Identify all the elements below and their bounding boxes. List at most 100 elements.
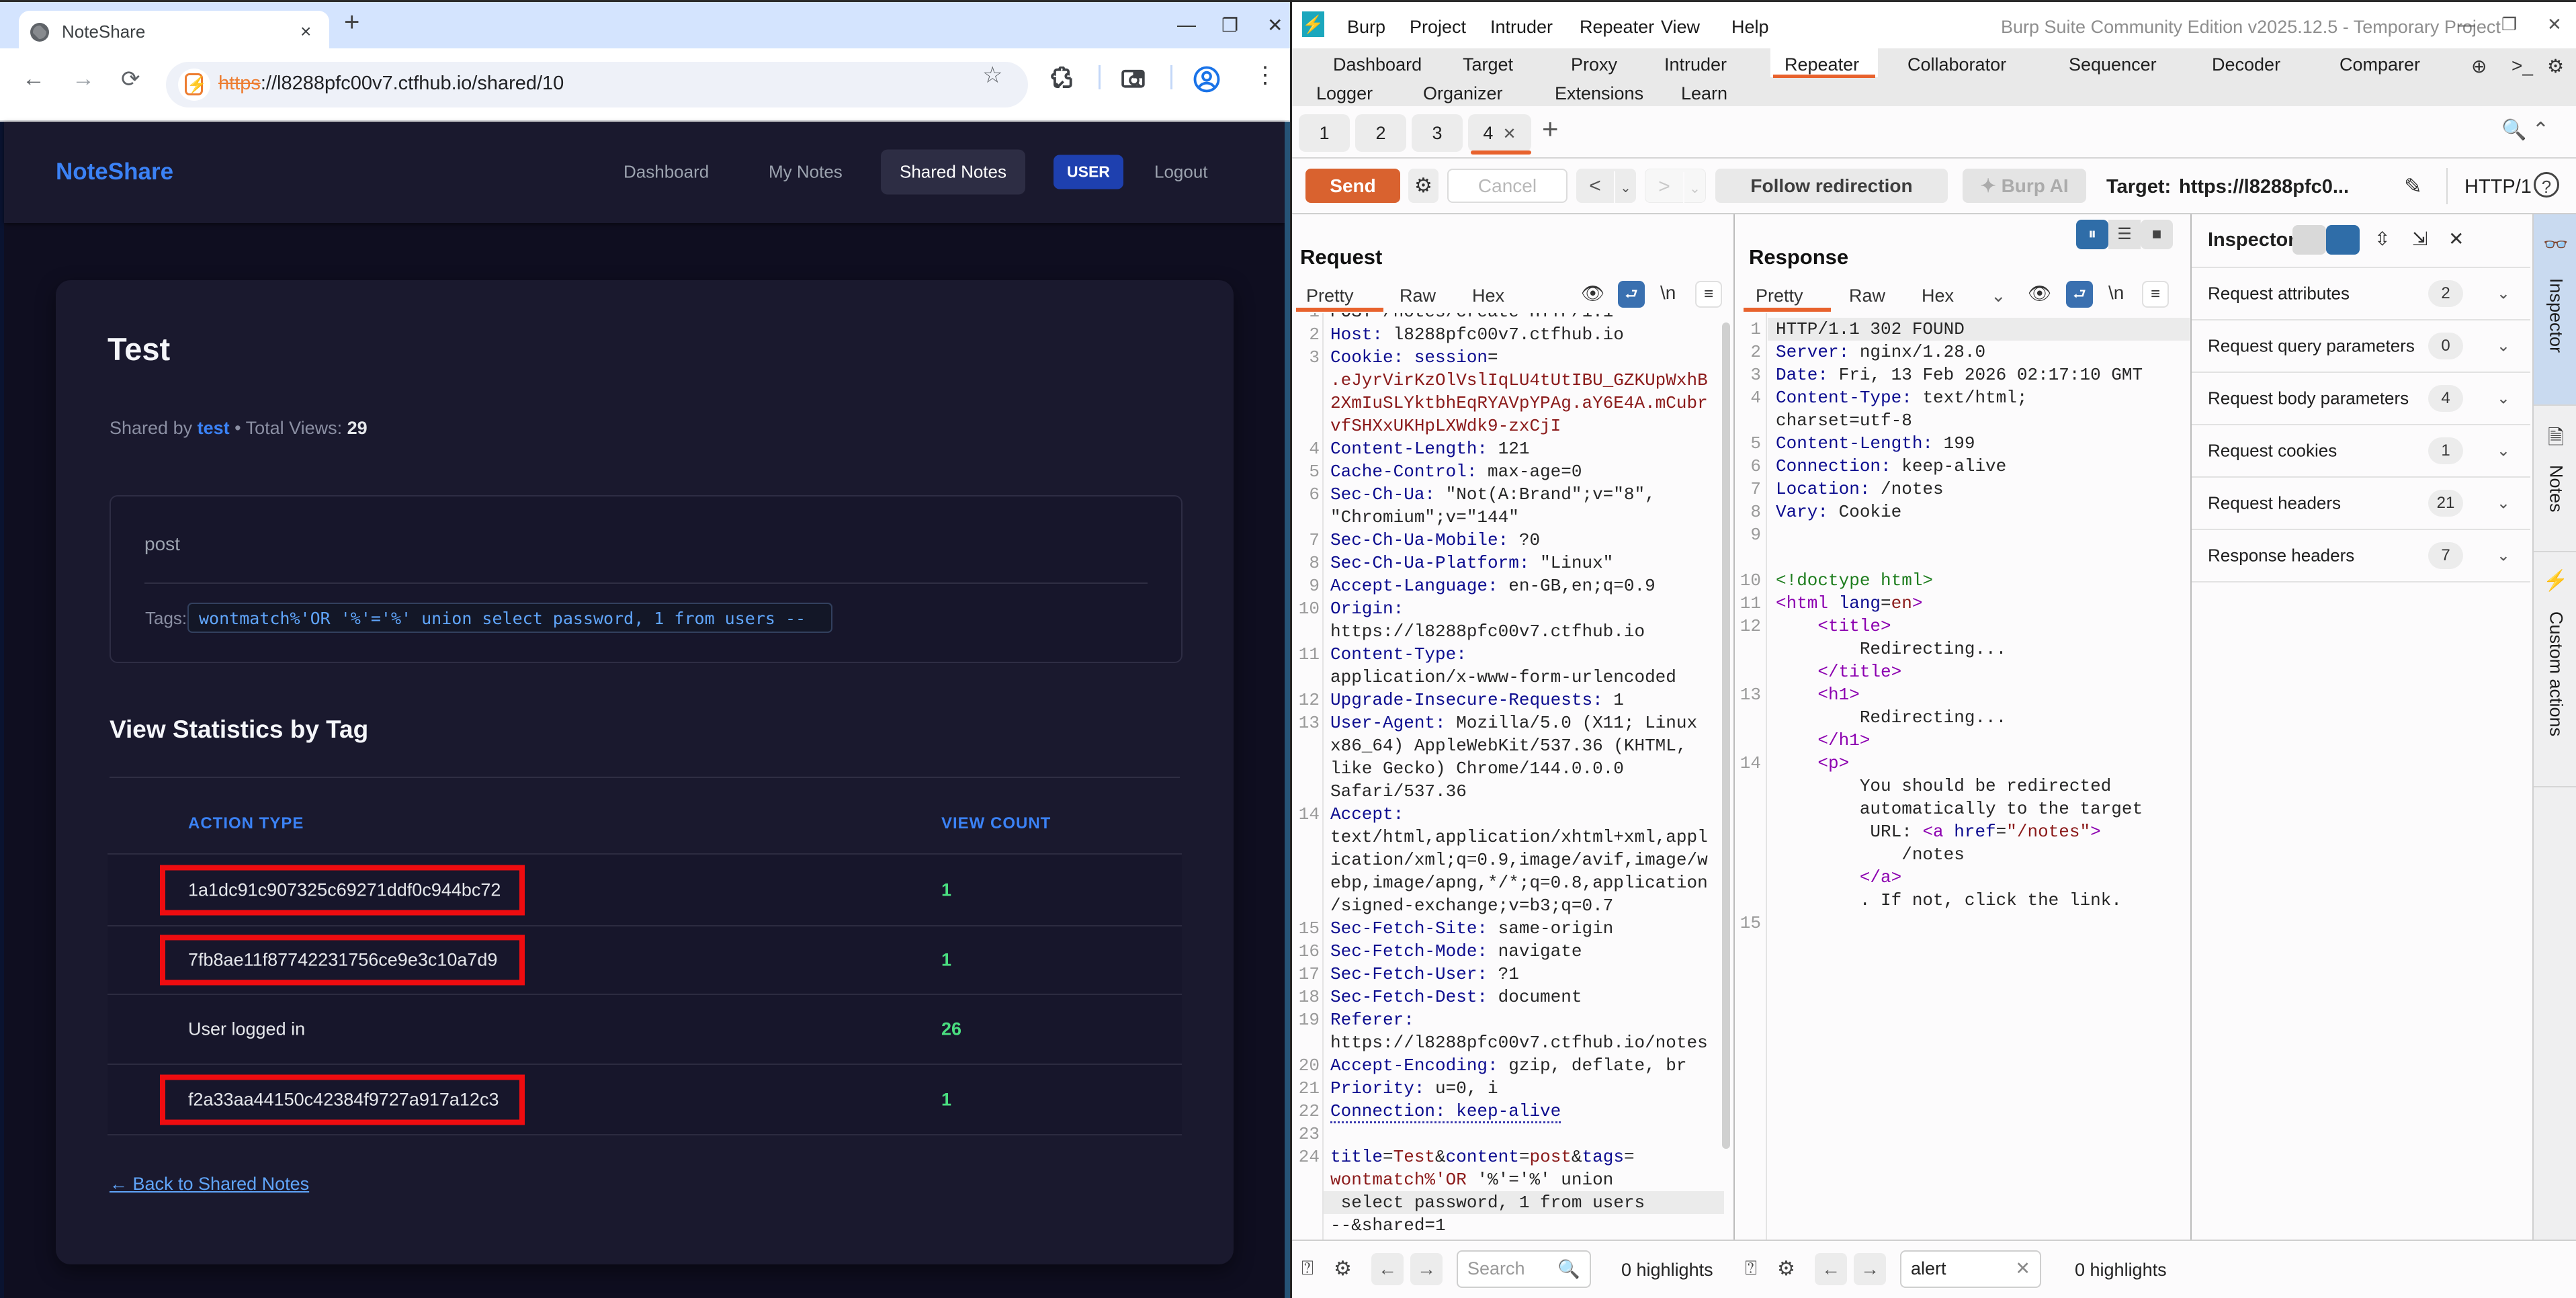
- browser-maximize-button[interactable]: ❐: [1221, 14, 1238, 36]
- browser-minimize-button[interactable]: —: [1177, 14, 1196, 36]
- sidebar-inspector-tab[interactable]: 👓 Inspector: [2534, 214, 2576, 404]
- nav-logout[interactable]: Logout: [1154, 162, 1208, 183]
- burp-tab-proxy[interactable]: Proxy: [1571, 52, 1617, 77]
- cancel-button[interactable]: Cancel: [1447, 169, 1568, 203]
- new-tab-button[interactable]: +: [344, 7, 359, 38]
- response-search-input[interactable]: alert ✕: [1900, 1250, 2041, 1288]
- target-edit-pencil-icon[interactable]: ✎: [2404, 173, 2422, 199]
- repeater-tab-3[interactable]: 3: [1412, 114, 1463, 152]
- back-to-shared-notes-link[interactable]: ← Back to Shared Notes: [110, 1174, 309, 1195]
- browser-menu-icon[interactable]: ⋮: [1254, 62, 1277, 89]
- burp-tab-learn[interactable]: Learn: [1681, 81, 1727, 106]
- http-version-help-icon[interactable]: ?: [2534, 172, 2559, 198]
- reload-icon[interactable]: ⟳: [121, 66, 140, 93]
- response-menu-icon[interactable]: ≡: [2142, 281, 2169, 308]
- site-logo[interactable]: NoteShare: [56, 159, 173, 185]
- repeater-tab-close-icon[interactable]: ✕: [1502, 125, 1516, 143]
- response-newline-icon[interactable]: \n: [2108, 282, 2124, 304]
- inspector-section-request-query-parameters[interactable]: Request query parameters 0 ⌄: [2192, 319, 2530, 372]
- inspector-close-icon[interactable]: ✕: [2448, 228, 2464, 250]
- globe-icon-burp[interactable]: ⊕: [2471, 55, 2487, 77]
- inspector-layout-left-toggle[interactable]: [2292, 225, 2326, 255]
- burp-menu-view[interactable]: View: [1661, 17, 1700, 38]
- bookmark-star-icon[interactable]: ☆: [982, 62, 1002, 89]
- layout-pause-toggle[interactable]: ⏸: [2076, 220, 2108, 249]
- burp-close-button[interactable]: ✕: [2547, 14, 2562, 35]
- request-tab-raw[interactable]: Raw: [1400, 286, 1436, 306]
- inspector-section-request-attributes[interactable]: Request attributes 2 ⌄: [2192, 267, 2530, 319]
- settings-gear-icon[interactable]: ⚙: [2547, 55, 2564, 77]
- request-editor[interactable]: 1POST /notes/create HTTP/1.12Host: l8288…: [1294, 313, 1732, 1240]
- profile-icon[interactable]: [1193, 65, 1221, 93]
- repeater-new-tab-button[interactable]: +: [1542, 113, 1559, 145]
- inspector-collapse-icon[interactable]: ⇲: [2412, 228, 2428, 250]
- response-render-caret-icon[interactable]: ⌄: [1991, 286, 2006, 306]
- burp-tab-intruder[interactable]: Intruder: [1664, 52, 1727, 77]
- search-tabs-icon[interactable]: [1121, 67, 1148, 92]
- burp-menu-intruder[interactable]: Intruder: [1490, 17, 1553, 38]
- url-bar[interactable]: ⚡ https://l8288pfc00v7.ctfhub.io/shared/…: [166, 62, 1028, 107]
- send-button[interactable]: Send: [1305, 169, 1400, 203]
- burp-menu-repeater[interactable]: Repeater: [1580, 17, 1654, 38]
- repeater-search-icon[interactable]: 🔍 ⌃: [2501, 118, 2549, 142]
- request-search-input[interactable]: Search 🔍: [1457, 1250, 1591, 1288]
- inspector-layout-right-toggle[interactable]: [2326, 225, 2360, 255]
- request-search-gear-icon[interactable]: ⚙: [1334, 1257, 1352, 1281]
- burp-menu-burp[interactable]: Burp: [1347, 17, 1385, 38]
- burp-tab-organizer[interactable]: Organizer: [1423, 81, 1503, 106]
- response-search-prev-icon[interactable]: ←: [1815, 1253, 1847, 1285]
- response-wrap-icon[interactable]: ⮐: [2066, 281, 2093, 308]
- site-security-icon[interactable]: ⚡: [178, 69, 210, 101]
- request-hide-icon[interactable]: 👁: [1581, 282, 1605, 304]
- inspector-expand-icon[interactable]: ⇳: [2374, 228, 2390, 250]
- response-tab-pretty[interactable]: Pretty: [1756, 286, 1803, 306]
- nav-dashboard[interactable]: Dashboard: [624, 162, 709, 183]
- back-icon[interactable]: ←: [22, 66, 45, 92]
- inspector-section-response-headers[interactable]: Response headers 7 ⌄: [2192, 529, 2530, 581]
- history-forward-group[interactable]: > ⌄: [1645, 169, 1706, 206]
- request-search-prev-icon[interactable]: ←: [1371, 1253, 1404, 1285]
- response-editor[interactable]: 1 HTTP/1.1 302 FOUND 2 Server: nginx/1.28.0…: [1735, 316, 2190, 1240]
- repeater-tab-4[interactable]: 4 ✕: [1468, 114, 1531, 152]
- request-newline-icon[interactable]: \n: [1660, 282, 1676, 304]
- burp-tab-logger[interactable]: Logger: [1316, 81, 1373, 106]
- terminal-icon[interactable]: >_: [2511, 55, 2533, 77]
- sidebar-custom-actions-tab[interactable]: ⚡ Custom actions: [2534, 551, 2576, 786]
- burp-restore-button[interactable]: ❐: [2501, 14, 2517, 35]
- burp-tab-sequencer[interactable]: Sequencer: [2069, 52, 2157, 77]
- request-scrollbar[interactable]: [1722, 322, 1730, 1149]
- request-search-help-icon[interactable]: ⍰: [1301, 1257, 1314, 1280]
- layout-rows-toggle[interactable]: ☰: [2108, 220, 2141, 249]
- inspector-section-request-body-parameters[interactable]: Request body parameters 4 ⌄: [2192, 372, 2530, 424]
- forward-icon[interactable]: →: [72, 66, 95, 92]
- response-tab-hex[interactable]: Hex: [1922, 286, 1954, 306]
- browser-close-button[interactable]: ✕: [1267, 14, 1283, 36]
- burp-menu-help[interactable]: Help: [1731, 17, 1769, 38]
- request-tab-hex[interactable]: Hex: [1472, 286, 1504, 306]
- response-hide-icon[interactable]: 👁: [2028, 282, 2052, 304]
- repeater-tab-2[interactable]: 2: [1355, 114, 1406, 152]
- nav-shared-notes[interactable]: Shared Notes: [881, 149, 1025, 195]
- burp-tab-target[interactable]: Target: [1463, 52, 1513, 77]
- burp-tab-dashboard[interactable]: Dashboard: [1333, 52, 1422, 77]
- extensions-icon[interactable]: [1049, 67, 1075, 92]
- send-settings-gear-icon[interactable]: ⚙: [1408, 169, 1439, 203]
- burp-tab-decoder[interactable]: Decoder: [2212, 52, 2280, 77]
- request-search-next-icon[interactable]: →: [1410, 1253, 1443, 1285]
- inspector-section-request-headers[interactable]: Request headers 21 ⌄: [2192, 476, 2530, 529]
- response-search-gear-icon[interactable]: ⚙: [1777, 1257, 1795, 1281]
- request-menu-icon[interactable]: ≡: [1695, 281, 1722, 308]
- burp-menu-project[interactable]: Project: [1410, 17, 1466, 38]
- nav-my-notes[interactable]: My Notes: [769, 162, 843, 183]
- burp-ai-button[interactable]: ✦ Burp AI: [1963, 169, 2086, 203]
- burp-tab-extensions[interactable]: Extensions: [1555, 81, 1643, 106]
- request-wrap-icon[interactable]: ⮐: [1618, 281, 1645, 308]
- response-search-help-icon[interactable]: ⍰: [1745, 1257, 1757, 1280]
- request-tab-pretty[interactable]: Pretty: [1306, 286, 1354, 306]
- browser-tab[interactable]: NoteShare ×: [19, 11, 329, 50]
- response-search-next-icon[interactable]: →: [1854, 1253, 1886, 1285]
- inspector-section-request-cookies[interactable]: Request cookies 1 ⌄: [2192, 424, 2530, 476]
- burp-tab-collaborator[interactable]: Collaborator: [1907, 52, 2006, 77]
- history-back-group[interactable]: < ⌄: [1576, 169, 1636, 206]
- response-tab-raw[interactable]: Raw: [1849, 286, 1885, 306]
